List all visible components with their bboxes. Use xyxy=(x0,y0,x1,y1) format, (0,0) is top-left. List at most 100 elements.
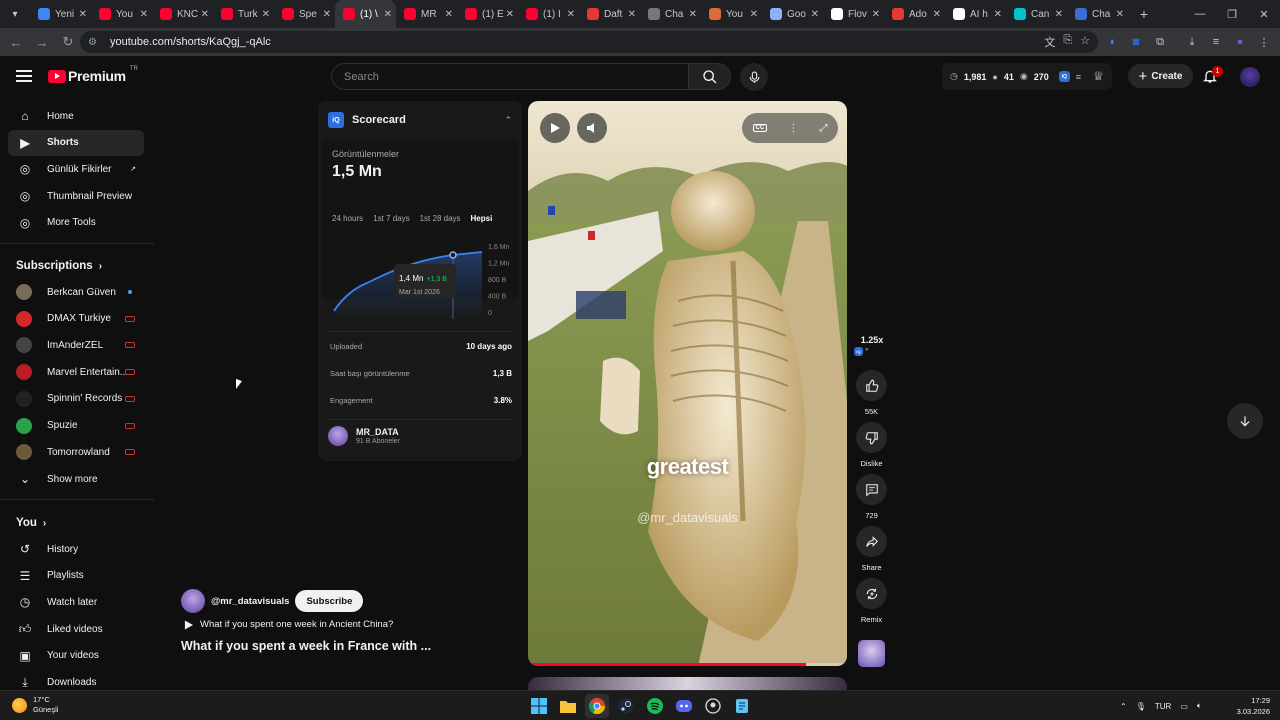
channel-handle[interactable]: @mr_datavisuals xyxy=(211,596,289,607)
address-bar[interactable]: ⚙ youtube.com/shorts/KaQgj_-qAlc 文 ⎘ ☆ xyxy=(80,31,1098,53)
browser-tab[interactable]: (1) E ✕ xyxy=(457,0,518,28)
tab-search-button[interactable]: ▾ xyxy=(4,3,26,25)
browser-tab[interactable]: You ✕ xyxy=(701,0,762,28)
browser-tab[interactable]: Spe ✕ xyxy=(274,0,335,28)
sidebar-item[interactable]: ImAnderZEL xyxy=(8,332,144,358)
sidebar-item[interactable]: Spinnin' Records xyxy=(8,386,144,412)
close-tab-icon[interactable]: ✕ xyxy=(933,9,941,20)
shorts-video-player[interactable]: CC ⋮ ⤢ greatest @mr_datavisuals xyxy=(528,101,847,666)
like-button[interactable]: 55K xyxy=(856,370,887,416)
account-avatar[interactable] xyxy=(1240,67,1260,87)
audio-source-thumbnail[interactable] xyxy=(858,640,885,667)
extension-icon[interactable]: ◖ xyxy=(1100,36,1124,48)
playback-speed[interactable]: 1.25x xyxy=(858,335,886,345)
remix-button[interactable]: Remix xyxy=(856,578,887,624)
steam-icon[interactable] xyxy=(614,694,638,718)
close-tab-icon[interactable]: ✕ xyxy=(506,9,514,20)
period-tab[interactable]: 1st 7 days xyxy=(373,214,409,223)
fullscreen-icon[interactable]: ⤢ xyxy=(819,123,827,134)
show-more-button[interactable]: ⌄ Show more xyxy=(8,466,144,492)
sidebar-item[interactable]: ▣ Your videos xyxy=(8,643,144,669)
sidebar-item[interactable]: ◎ Thumbnail Preview xyxy=(8,183,144,209)
windows-start-icon[interactable] xyxy=(527,694,551,718)
period-tab[interactable]: 24 hours xyxy=(332,214,363,223)
sidebar-item[interactable]: ◷ Watch later xyxy=(8,589,144,615)
scorecard-channel[interactable]: MR_DATA 91 B Aboneler xyxy=(328,426,400,446)
browser-tab[interactable]: Daft ✕ xyxy=(579,0,640,28)
close-tab-icon[interactable]: ✕ xyxy=(201,9,209,20)
iq-icon[interactable]: iQ xyxy=(1058,71,1070,82)
close-tab-icon[interactable]: ✕ xyxy=(445,9,453,20)
close-tab-icon[interactable]: ✕ xyxy=(1055,9,1063,20)
site-info-icon[interactable]: ⚙ xyxy=(88,37,102,48)
cast-icon[interactable]: ⎘ xyxy=(1063,34,1072,50)
close-tab-icon[interactable]: ✕ xyxy=(384,9,392,20)
browser-tab[interactable]: Yeni ✕ xyxy=(30,0,91,28)
translate-icon[interactable]: 文 xyxy=(1044,34,1055,50)
sidebar-item[interactable]: ↺ History xyxy=(8,536,144,562)
collapse-chevron-icon[interactable]: ⌃ xyxy=(504,115,512,126)
period-tab[interactable]: Hepsi xyxy=(471,214,493,223)
browser-tab[interactable]: Cha ✕ xyxy=(640,0,701,28)
close-tab-icon[interactable]: ✕ xyxy=(994,9,1002,20)
browser-tab[interactable]: MR ✕ xyxy=(396,0,457,28)
channel-avatar[interactable] xyxy=(181,589,205,613)
browser-tab[interactable]: You ✕ xyxy=(91,0,152,28)
extension-iq-icon[interactable]: ◙ xyxy=(1124,36,1148,48)
back-button[interactable]: ← xyxy=(4,30,28,54)
close-tab-icon[interactable]: ✕ xyxy=(750,9,758,20)
share-button[interactable]: Share xyxy=(856,526,887,572)
search-input[interactable]: Search xyxy=(331,63,689,90)
spotify-icon[interactable] xyxy=(643,694,667,718)
close-tab-icon[interactable]: ✕ xyxy=(79,9,87,20)
speaker-icon[interactable]: 🔈︎ xyxy=(1197,701,1202,711)
discord-icon[interactable] xyxy=(672,694,696,718)
display-icon[interactable]: ▭ xyxy=(1180,702,1188,711)
new-tab-button[interactable]: + xyxy=(1132,6,1156,22)
dislike-button[interactable]: Dislike xyxy=(856,422,887,468)
reload-button[interactable]: ↻ xyxy=(56,30,80,54)
chevron-up-icon[interactable]: ⌃ xyxy=(1120,702,1127,711)
browser-tab[interactable]: AI h ✕ xyxy=(945,0,1006,28)
hover-point[interactable] xyxy=(449,251,457,259)
close-tab-icon[interactable]: ✕ xyxy=(872,9,880,20)
browser-tab[interactable]: Flov ✕ xyxy=(823,0,884,28)
close-tab-icon[interactable]: ✕ xyxy=(689,9,697,20)
period-tab[interactable]: 1st 28 days xyxy=(420,214,461,223)
browser-tab[interactable]: Ado ✕ xyxy=(884,0,945,28)
search-button[interactable] xyxy=(689,63,731,90)
sidebar-item[interactable]: ⌂ Home xyxy=(8,103,144,129)
browser-tab[interactable]: Goo ✕ xyxy=(762,0,823,28)
forward-button[interactable]: → xyxy=(30,30,54,54)
file-explorer-icon[interactable] xyxy=(556,694,580,718)
sidebar-item[interactable]: Tomorrowland xyxy=(8,439,144,465)
browser-tab[interactable]: Cha ✕ xyxy=(1067,0,1128,28)
language-indicator[interactable]: TUR xyxy=(1155,702,1171,711)
captions-icon[interactable]: CC xyxy=(752,124,768,132)
bookmark-star-icon[interactable]: ☆ xyxy=(1080,34,1090,50)
close-tab-icon[interactable]: ✕ xyxy=(811,9,819,20)
next-short-button[interactable] xyxy=(1227,403,1263,439)
more-options-icon[interactable]: ⋮ xyxy=(788,123,798,134)
close-tab-icon[interactable]: ✕ xyxy=(140,9,148,20)
close-tab-icon[interactable]: ✕ xyxy=(628,9,636,20)
sidebar-item[interactable]: Berkcan Güven xyxy=(8,279,144,305)
create-button[interactable]: + Create xyxy=(1128,64,1193,88)
next-short-preview[interactable] xyxy=(528,677,847,690)
downloads-icon[interactable]: ⤓ xyxy=(1180,36,1204,49)
youtube-premium-logo[interactable]: Premium TR xyxy=(48,66,138,84)
browser-tab[interactable]: Can ✕ xyxy=(1006,0,1067,28)
subscribe-button[interactable]: Subscribe xyxy=(295,590,364,612)
sidebar-item[interactable]: ◎ More Tools xyxy=(8,210,144,236)
weather-widget[interactable]: 17°C Güneşli xyxy=(12,695,58,715)
chrome-menu-icon[interactable]: ⋮ xyxy=(1252,36,1276,49)
browser-tab[interactable]: Turk ✕ xyxy=(213,0,274,28)
close-tab-icon[interactable]: ✕ xyxy=(1116,9,1124,20)
sidebar-item[interactable]: ☰ Playlists xyxy=(8,563,144,589)
you-heading[interactable]: You › xyxy=(16,517,46,529)
close-tab-icon[interactable]: ✕ xyxy=(567,9,575,20)
minimize-button[interactable]: — xyxy=(1184,0,1216,28)
browser-tab[interactable]: (1) \ ✕ xyxy=(335,0,396,28)
restore-button[interactable]: ❐ xyxy=(1216,0,1248,28)
browser-tab[interactable]: (1) I ✕ xyxy=(518,0,579,28)
